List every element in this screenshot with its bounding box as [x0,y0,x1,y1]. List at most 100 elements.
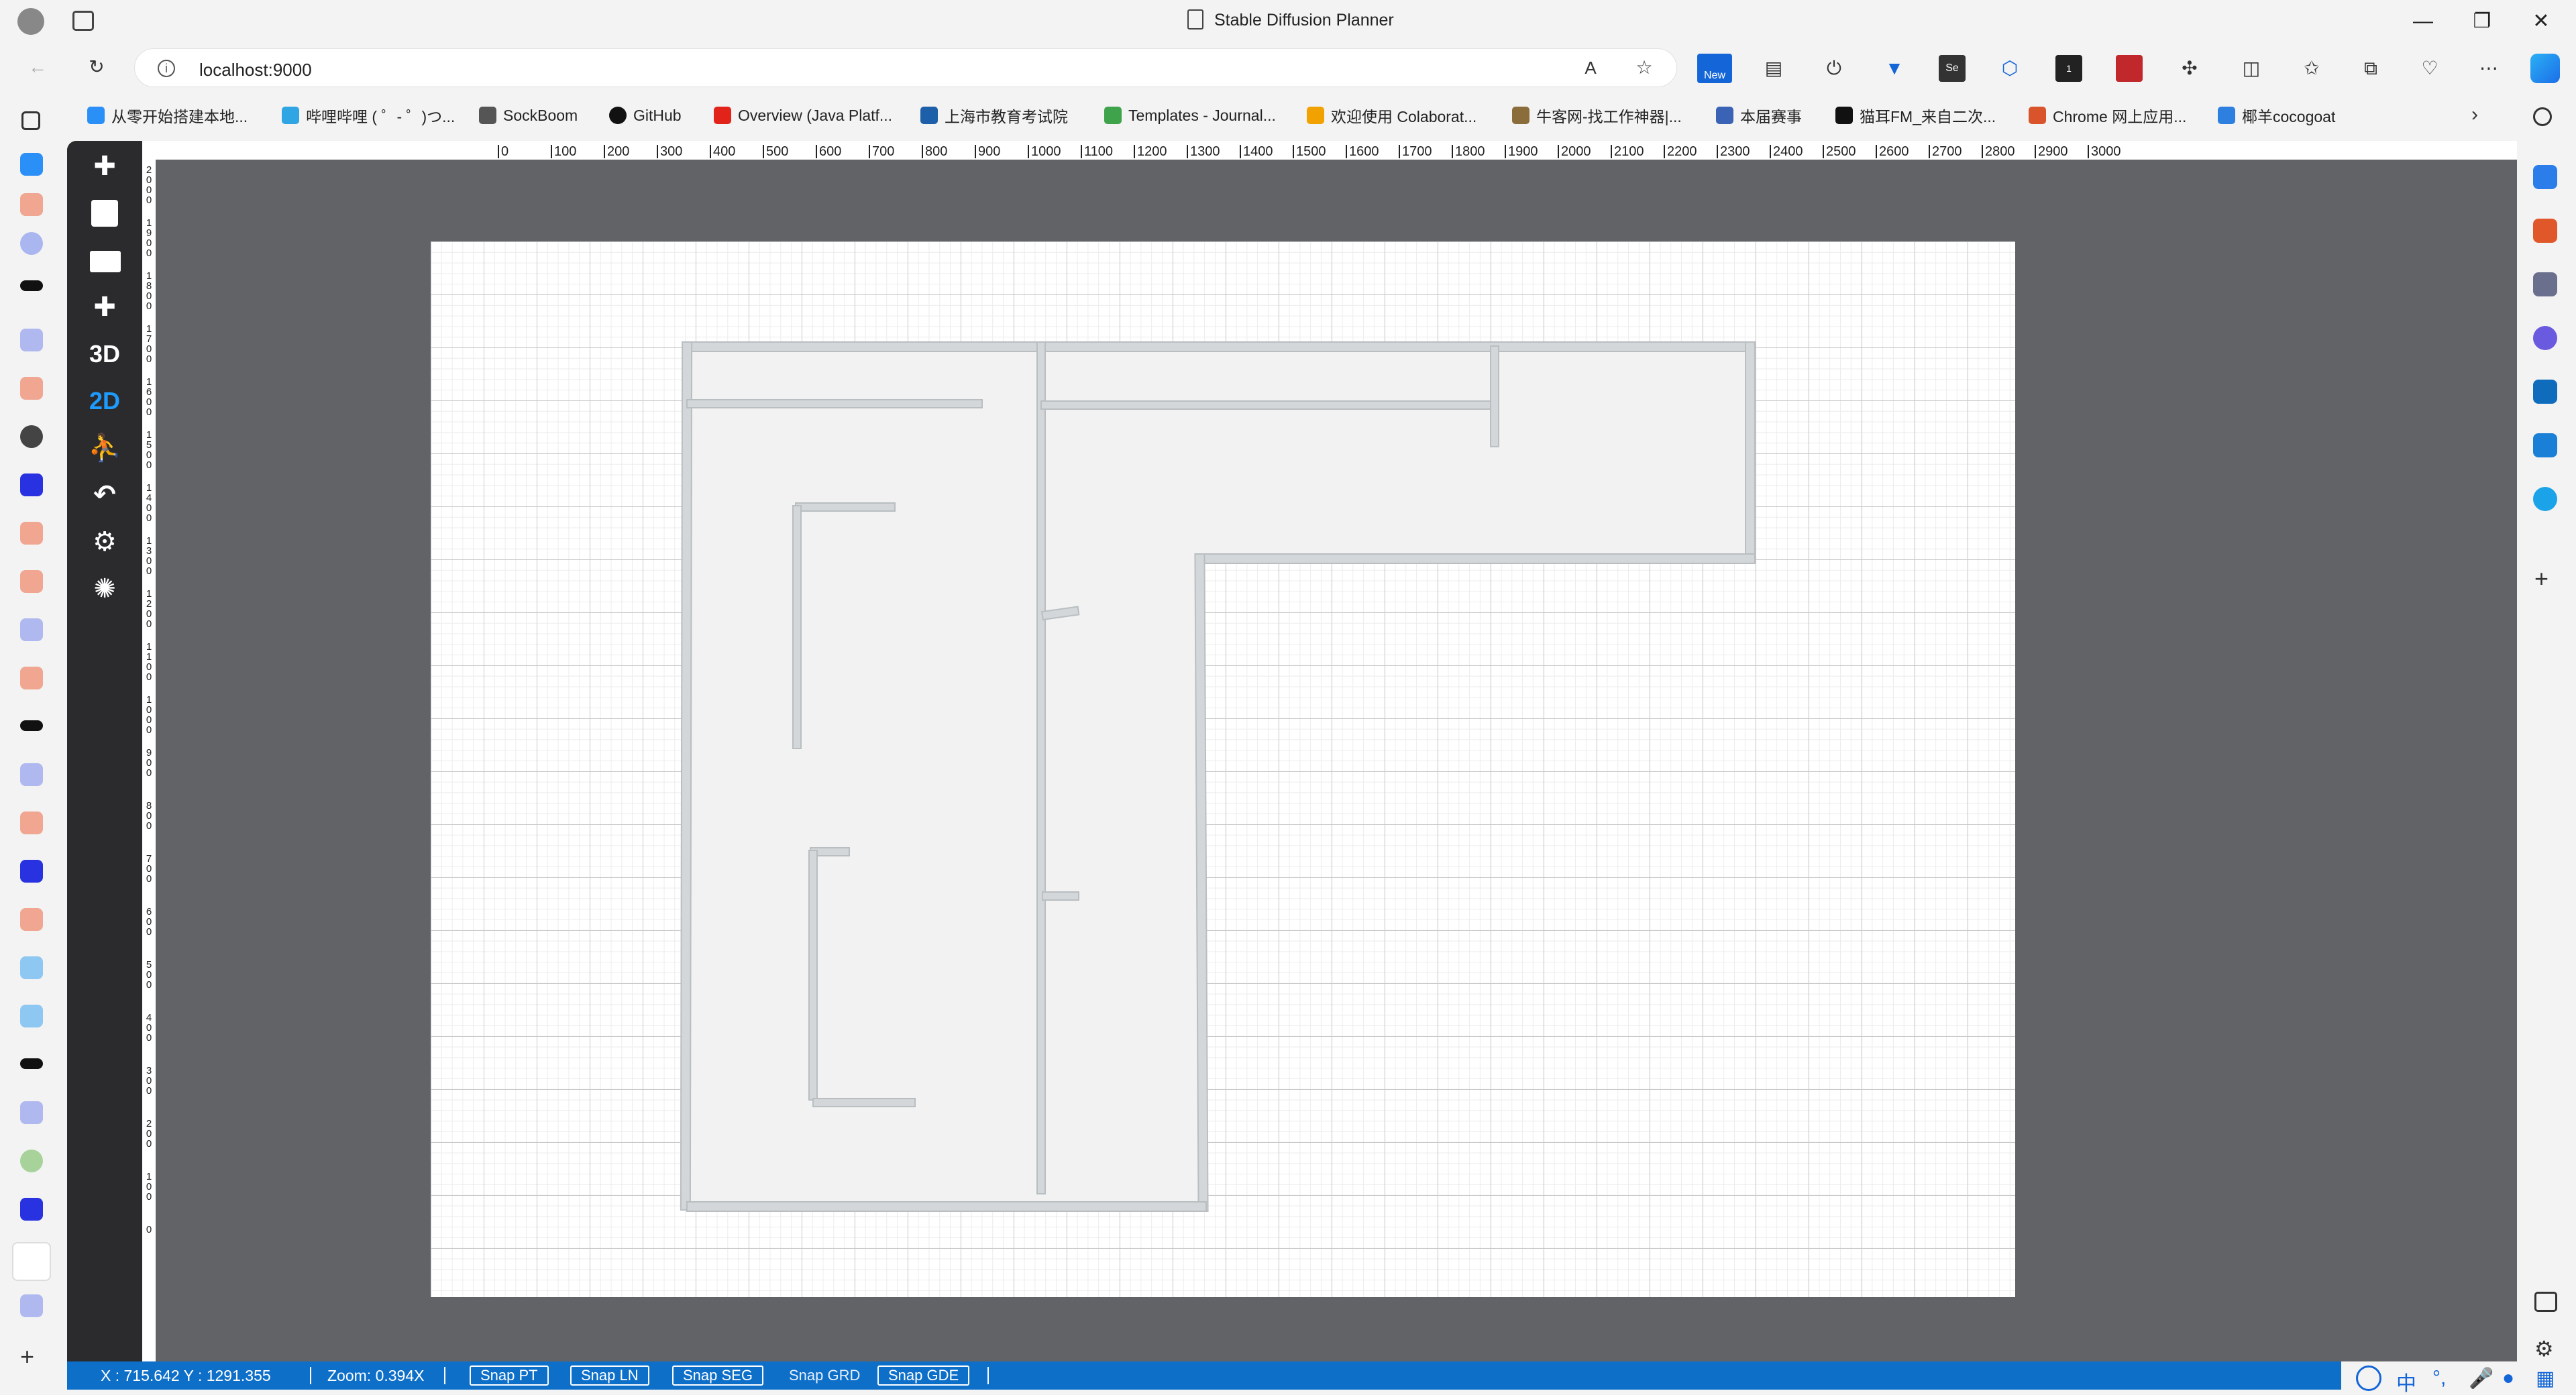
tab-favicon-icon[interactable] [20,193,43,216]
wall-stub-2[interactable] [1042,891,1079,901]
add-icon[interactable]: ✚ [82,146,127,186]
tab-favicon-icon[interactable] [20,473,43,496]
screenshot-icon[interactable] [2534,1292,2557,1312]
extensions-icon[interactable]: ✣ [2176,55,2203,82]
undo-icon[interactable]: ↶ [82,475,127,515]
wall-mid-horizontal[interactable] [1196,553,1756,564]
tab-favicon-icon[interactable] [20,1150,43,1172]
tab-favicon-icon[interactable] [20,1058,43,1069]
cube-extension-icon[interactable]: ⬡ [1996,55,2023,82]
skype-icon[interactable] [2533,487,2557,511]
more-menu-icon[interactable]: ⋯ [2475,55,2502,82]
tab-favicon-icon[interactable] [20,280,43,291]
new-tab-icon[interactable]: + [20,1343,34,1371]
tab-favicon-icon[interactable] [20,329,43,351]
add-app-icon[interactable]: + [2534,565,2548,593]
wall-top-left-partition[interactable] [686,399,983,408]
bookmark-item[interactable]: 从零开始搭建本地... [87,105,248,126]
ime-voice-icon[interactable]: 🎤 [2469,1367,2493,1390]
ime-logo-icon[interactable] [2356,1365,2381,1391]
snap-segment-toggle[interactable]: Snap SEG [672,1365,763,1386]
bookmark-item[interactable]: 哔哩哔哩 ( ゜- ゜)つ... [282,105,455,126]
ime-punctuation-icon[interactable]: °, [2432,1367,2446,1390]
snap-point-toggle[interactable]: Snap PT [470,1365,549,1386]
favorites-icon[interactable]: ✩ [2298,55,2325,82]
snap-grid-toggle[interactable]: Snap GRD [778,1365,871,1386]
tab-actions-icon[interactable] [21,111,40,130]
view-3d-button[interactable]: 3D [82,334,127,374]
open-folder-icon[interactable] [82,240,127,280]
wall-top-short-vertical[interactable] [1490,345,1499,447]
tab-favicon-icon[interactable] [20,956,43,979]
wall-bottom[interactable] [686,1201,1207,1212]
wall-right-upper[interactable] [1745,341,1756,564]
bookmark-item[interactable]: Templates - Journal... [1104,105,1276,126]
split-screen-icon[interactable]: ◫ [2238,55,2265,82]
tab-favicon-icon[interactable] [20,153,43,176]
bookmark-item[interactable]: 椰羊cocogoat [2218,105,2335,126]
workspaces-icon[interactable] [72,11,94,31]
tab-favicon-icon[interactable] [20,667,43,689]
tab-favicon-icon[interactable] [20,570,43,593]
tab-favicon-icon[interactable] [20,522,43,545]
camera-icon[interactable]: ✺ [82,569,127,609]
wall-lower-bracket-bottom[interactable] [812,1098,916,1107]
wall-top[interactable] [684,341,1756,352]
tab-favicon-icon[interactable] [20,377,43,400]
chess-icon[interactable] [2533,272,2557,296]
se-extension-icon[interactable]: Se [1939,55,1966,82]
tag-icon[interactable] [2533,165,2557,189]
wall-lower-bracket-side[interactable] [808,850,818,1101]
restore-button[interactable]: ❐ [2467,7,2497,36]
room-floor[interactable] [684,346,1751,1207]
tab-favicon-icon[interactable] [20,232,43,255]
outlook-icon[interactable] [2533,380,2557,404]
vpn-extension-icon[interactable]: ▼ [1881,55,1908,82]
refresh-icon[interactable]: ↻ [83,54,110,80]
ime-user-icon[interactable]: ● [2502,1367,2514,1390]
settings-icon[interactable]: ⚙ [82,522,127,562]
profile-avatar-icon[interactable] [17,8,44,35]
tab-favicon-icon[interactable] [20,908,43,931]
tracker-extension-icon[interactable]: 1 [2055,55,2082,82]
save-icon[interactable] [82,193,127,233]
back-icon[interactable]: ← [24,54,51,80]
ime-language-toggle[interactable]: 中 [2396,1367,2416,1395]
bookmark-item[interactable]: SockBoom [479,105,578,126]
read-aloud-icon[interactable]: A [1577,54,1604,81]
bookmark-item[interactable]: Chrome 网上应用... [2029,105,2186,126]
bookmark-item[interactable]: 欢迎使用 Colaborat... [1307,105,1477,126]
power-icon[interactable]: ⏻ [1821,55,1847,82]
performance-icon[interactable]: ♡ [2416,55,2443,82]
bookmark-item[interactable]: 牛客网-找工作神器|... [1512,105,1682,126]
tab-favicon-icon[interactable] [20,618,43,641]
tab-favicon-icon[interactable] [20,1294,43,1317]
search-icon[interactable] [2533,107,2552,126]
walk-icon[interactable]: ⛹ [82,428,127,468]
tab-favicon-icon[interactable] [20,763,43,786]
plan-canvas[interactable] [156,160,2517,1361]
tab-favicon-icon[interactable] [20,425,43,448]
floor-plan[interactable] [431,241,2015,1297]
bookmark-item[interactable]: GitHub [609,105,682,126]
wall-left[interactable] [680,341,693,1211]
favorite-star-icon[interactable]: ☆ [1631,54,1658,81]
tab-favicon-icon[interactable] [20,720,43,731]
tab-favicon-icon[interactable] [20,860,43,883]
wall-top-middle-partition[interactable] [1040,400,1495,410]
site-info-icon[interactable]: i [158,60,175,77]
new-extension-icon[interactable]: New [1697,54,1732,83]
active-tab-icon[interactable] [12,1242,51,1281]
bookmark-item[interactable]: 上海市教育考试院 [920,105,1068,126]
tab-favicon-icon[interactable] [20,1005,43,1027]
close-button[interactable]: ✕ [2526,7,2556,36]
settings-gear-icon[interactable]: ⚙ [2534,1336,2554,1361]
url-text[interactable]: localhost:9000 [199,60,312,80]
snap-line-toggle[interactable]: Snap LN [570,1365,649,1386]
wall-upper-bracket-top[interactable] [795,502,896,512]
new-icon[interactable]: ✚ [82,287,127,327]
collections-icon[interactable]: ⧉ [2357,55,2384,82]
bookmark-item[interactable]: 本届赛事 [1716,105,1802,126]
bookmark-item[interactable]: Overview (Java Platf... [714,105,892,126]
grid-paper[interactable] [431,241,2015,1297]
